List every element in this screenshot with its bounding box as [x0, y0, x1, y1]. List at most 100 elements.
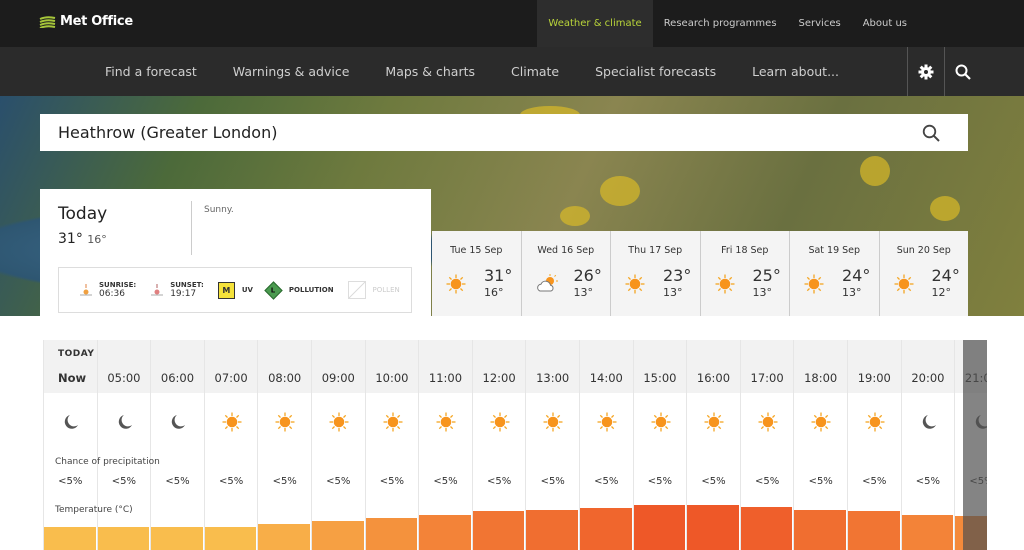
day-tab[interactable]: Fri 18 Sep 25° 13°	[700, 231, 789, 316]
precip-value: <5%	[58, 476, 83, 487]
uv-index[interactable]: M UV	[217, 281, 253, 299]
day-min: 13°	[573, 286, 594, 299]
day-tab[interactable]: Wed 16 Sep 26° 13°	[521, 231, 610, 316]
hour-column[interactable]: 19:00 <5%	[847, 340, 901, 550]
nav-item[interactable]: Learn about...	[734, 47, 857, 96]
hour-time: 07:00	[214, 371, 248, 385]
temperature-bar	[794, 509, 846, 550]
precip-value: <5%	[272, 476, 297, 487]
hour-time: 17:00	[750, 371, 784, 385]
precip-value: <5%	[647, 476, 673, 487]
top-link[interactable]: Weather & climate	[537, 0, 653, 47]
sunrise: SUNRISE: 06:36	[79, 281, 136, 299]
sun-icon	[865, 412, 885, 432]
hour-column[interactable]: 10:00 <5%	[364, 340, 419, 550]
today-title: Today	[58, 204, 108, 224]
nav-item[interactable]: Warnings & advice	[215, 47, 368, 96]
today-min: 16°	[87, 233, 107, 246]
sunset-icon	[151, 284, 164, 296]
nav-item[interactable]: Climate	[493, 47, 577, 96]
hour-column[interactable]: 17:00 <5%	[739, 340, 794, 550]
precip-value: <5%	[165, 476, 190, 487]
hour-column[interactable]: 07:00 <5%	[203, 340, 258, 550]
hour-column[interactable]: 13:00 <5%	[525, 340, 579, 550]
day-tab[interactable]: Sun 20 Sep 24° 12°	[879, 231, 968, 316]
search-icon[interactable]	[922, 124, 940, 142]
temperature-bar	[472, 511, 525, 550]
scroll-overlay[interactable]	[963, 340, 987, 550]
day-min: 12°	[931, 286, 952, 299]
top-link[interactable]: About us	[852, 0, 907, 47]
pollen-unavailable-icon	[347, 281, 366, 299]
hour-time: 16:00	[696, 371, 731, 385]
precip-value: <5%	[540, 476, 565, 487]
search-value: Heathrow (Greater London)	[58, 123, 278, 142]
hour-column[interactable]: 18:00 <5%	[793, 340, 847, 550]
precip-value: <5%	[862, 476, 887, 487]
hour-column[interactable]: 12:00 <5%	[471, 340, 526, 550]
hour-time: Now	[58, 371, 87, 385]
met-office-logo[interactable]: Met Office	[39, 14, 133, 29]
top-link[interactable]: Research programmes	[653, 0, 788, 47]
temperature-bar	[204, 527, 257, 550]
precip-value: <5%	[594, 476, 619, 487]
settings-button[interactable]	[907, 47, 944, 96]
pollution-index[interactable]: L POLLUTION	[264, 280, 334, 300]
nav-item[interactable]: Maps & charts	[367, 47, 493, 96]
sun-icon	[597, 412, 617, 432]
temperature-bar	[151, 527, 203, 550]
hour-column[interactable]: 09:00 <5%	[311, 340, 365, 550]
day-min: 13°	[752, 286, 773, 299]
sun-icon	[704, 412, 724, 432]
today-card: Today 31° 16° Sunny. SUNRISE: 06:36 SUNSE…	[40, 189, 431, 316]
temperature-bar	[687, 505, 739, 550]
hour-column[interactable]: 20:00 <5%	[900, 340, 955, 550]
sunset: SUNSET: 19:17	[150, 281, 204, 299]
temperature-bar	[580, 508, 632, 550]
day-date: Tue 15 Sep	[450, 245, 503, 256]
moon-icon	[171, 415, 186, 429]
hour-column[interactable]: Now <5%	[43, 340, 97, 550]
sun-cloud-icon	[536, 274, 558, 292]
hour-column[interactable]: 11:00 <5%	[418, 340, 472, 550]
day-tab[interactable]: Sat 19 Sep 24° 13°	[790, 231, 879, 316]
temperature-bar	[901, 514, 954, 550]
day-tab[interactable]: Tue 15 Sep 31° 16°	[432, 231, 521, 316]
hour-column[interactable]: 08:00 <5%	[257, 340, 311, 550]
day-date: Fri 18 Sep	[721, 245, 769, 256]
top-link[interactable]: Services	[788, 0, 852, 47]
location-search-input[interactable]: Heathrow (Greater London)	[40, 114, 968, 151]
precip-value: <5%	[486, 476, 512, 487]
hour-column[interactable]: 05:00 <5%	[96, 340, 151, 550]
precip-value: <5%	[326, 476, 351, 487]
day-tab[interactable]: Thu 17 Sep 23° 13°	[611, 231, 700, 316]
day-date: Thu 17 Sep	[628, 245, 683, 256]
divider	[191, 201, 192, 255]
nav-search-button[interactable]	[944, 47, 981, 96]
precip-value: <5%	[754, 476, 780, 487]
hour-column[interactable]: 06:00 <5%	[150, 340, 204, 550]
temperature-bar	[97, 527, 150, 550]
logo-icon	[39, 15, 56, 28]
hour-column[interactable]: 14:00 <5%	[579, 340, 633, 550]
temperature-bar	[633, 505, 686, 550]
day-min: 16°	[484, 286, 504, 299]
day-max: 23°	[663, 266, 692, 285]
sun-icon	[543, 412, 563, 432]
precip-value: <5%	[433, 476, 458, 487]
temperature-bar	[44, 527, 96, 550]
hour-column[interactable]: 16:00 <5%	[686, 340, 740, 550]
hour-time: 05:00	[107, 371, 141, 385]
nav-item[interactable]: Find a forecast	[87, 47, 215, 96]
sun-icon	[804, 274, 824, 294]
hour-time: 11:00	[428, 371, 463, 385]
sun-icon	[758, 412, 778, 432]
pollen-index[interactable]: POLLEN	[347, 281, 400, 299]
daily-forecast: Tue 15 Sep 31° 16° Wed 16 Sep 26° 13° Thu 17 S…	[432, 231, 968, 316]
pollution-badge: L	[264, 280, 283, 300]
hour-time: 20:00	[911, 371, 945, 385]
nav-item[interactable]: Specialist forecasts	[577, 47, 734, 96]
hour-time: 12:00	[482, 371, 516, 385]
uv-badge: M	[217, 281, 235, 299]
hour-column[interactable]: 15:00 <5%	[632, 340, 687, 550]
